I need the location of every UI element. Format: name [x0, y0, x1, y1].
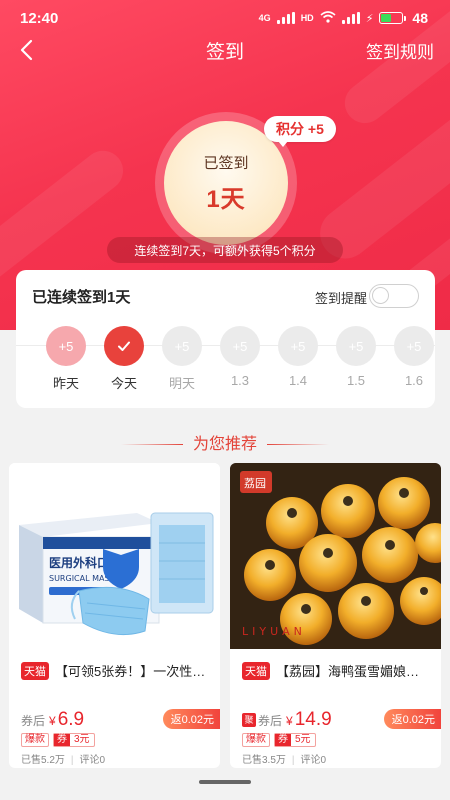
- currency: ¥: [49, 714, 56, 728]
- price: 6.9: [57, 709, 85, 730]
- product-stats: 已售5.2万 | 评论0: [21, 755, 106, 766]
- status-time: 12:40: [20, 9, 59, 27]
- ju-mark: 聚: [242, 713, 256, 727]
- page-title: 签到: [205, 41, 244, 63]
- day-points: +5: [278, 326, 318, 366]
- day-track: +5 昨天 今天 +5 明天 +5 1.3 +5 1.4 +5 1.5 +5 1…: [16, 326, 435, 396]
- battery-level: 48: [412, 10, 428, 26]
- product-card[interactable]: 医用外科口罩 SURGICAL MASK 天猫【可领5张券！】一次性医用外科口罩…: [9, 463, 220, 768]
- product-tags: 爆款 券 3元: [21, 733, 95, 747]
- product-stats: 已售3.5万 | 评论0: [242, 755, 327, 766]
- recommend-heading: 为您推荐: [0, 430, 450, 454]
- hot-tag: 爆款: [242, 733, 270, 747]
- reminder-toggle[interactable]: [369, 284, 419, 308]
- nav-bar: 签到 签到规则: [0, 30, 450, 70]
- day-item: +5 1.4: [269, 326, 327, 388]
- product-title: 【荔园】海鸭蛋雪媚娘蛋黄酥: [276, 664, 432, 679]
- product-name: 天猫 【荔园】海鸭蛋雪媚娘蛋黄酥: [242, 661, 432, 680]
- day-item: +5 1.5: [327, 326, 385, 388]
- day-tomorrow: +5 明天: [153, 326, 211, 392]
- tmall-badge: 天猫: [21, 662, 49, 680]
- day-item: +5 1.6: [385, 326, 443, 388]
- sold-count: 已售3.5万: [242, 755, 286, 766]
- price-prefix: 券后: [258, 714, 283, 728]
- recommend-title: 为您推荐: [192, 436, 257, 453]
- signal-icon-2: [341, 12, 360, 24]
- day-label: 昨天: [52, 376, 79, 391]
- signin-rules-link[interactable]: 签到规则: [366, 38, 434, 63]
- day-label: 明天: [168, 376, 195, 391]
- check-icon: [104, 326, 144, 366]
- network-type: 4G: [258, 13, 271, 23]
- tmall-badge: 天猫: [242, 662, 270, 680]
- day-label: 1.4: [288, 373, 308, 388]
- price-row: 聚 券后 ¥ 14.9: [242, 709, 332, 731]
- product-image-pastries: 荔园 LIYUAN: [230, 463, 441, 649]
- hd-icon: HD: [300, 13, 314, 23]
- day-yesterday: +5 昨天: [37, 326, 95, 392]
- day-points: +5: [336, 326, 376, 366]
- product-tags: 爆款 券 5元: [242, 733, 316, 747]
- day-points: +5: [220, 326, 260, 366]
- day-points: +5: [162, 326, 202, 366]
- charging-icon: ⚡: [365, 12, 374, 25]
- reminder-label: 签到提醒: [314, 291, 367, 306]
- streak-heading: 已连续签到1天: [32, 289, 131, 306]
- price: 14.9: [294, 709, 332, 730]
- product-name: 天猫【可领5张券！】一次性医用外科口罩: [21, 661, 211, 680]
- signin-card: 已连续签到1天 签到提醒 +5 昨天 今天 +5 明天 +5 1.3 +5 1.…: [16, 270, 435, 408]
- coupon-tag: 券 3元: [53, 733, 95, 747]
- coupon-tag: 券 5元: [274, 733, 316, 747]
- price-row: 券后 ¥ 6.9: [21, 709, 84, 731]
- day-today: 今天: [95, 326, 153, 392]
- product-title: 【可领5张券！】一次性医用外科口罩: [55, 664, 211, 679]
- day-points: +5: [394, 326, 434, 366]
- day-label: 1.5: [346, 373, 366, 388]
- battery-icon: [379, 12, 407, 24]
- toggle-knob: [372, 287, 389, 304]
- bonus-tip: 连续签到7天，可额外获得5个积分: [107, 237, 343, 263]
- back-arrow-icon[interactable]: [16, 38, 40, 62]
- review-count: 评论0: [79, 755, 106, 766]
- svg-text:荔园: 荔园: [244, 477, 266, 490]
- day-label: 1.3: [230, 373, 250, 388]
- hot-tag: 爆款: [21, 733, 49, 747]
- currency: ¥: [286, 714, 293, 728]
- rebate-badge: 返0.02元: [162, 709, 220, 729]
- product-image-masks: 医用外科口罩 SURGICAL MASK: [9, 463, 220, 649]
- sold-count: 已售5.2万: [21, 755, 65, 766]
- rebate-badge: 返0.02元: [383, 709, 441, 729]
- day-label: 今天: [110, 376, 137, 391]
- badge-days-text: 1天: [206, 186, 246, 213]
- home-indicator[interactable]: [199, 780, 251, 784]
- wifi-icon: [320, 10, 336, 26]
- points-earned-pill: 积分 +5: [264, 116, 336, 147]
- image-brand-text: LIYUAN: [242, 625, 306, 638]
- product-card[interactable]: 荔园 LIYUAN 天猫 【荔园】海鸭蛋雪媚娘蛋黄酥 聚 券后 ¥ 14.9 返0…: [230, 463, 441, 768]
- signal-icon: [276, 12, 295, 24]
- review-count: 评论0: [300, 755, 327, 766]
- day-points: +5: [46, 326, 86, 366]
- badge-status-text: 已签到: [203, 155, 249, 172]
- price-prefix: 券后: [21, 714, 46, 728]
- day-label: 1.6: [404, 373, 424, 388]
- day-item: +5 1.3: [211, 326, 269, 388]
